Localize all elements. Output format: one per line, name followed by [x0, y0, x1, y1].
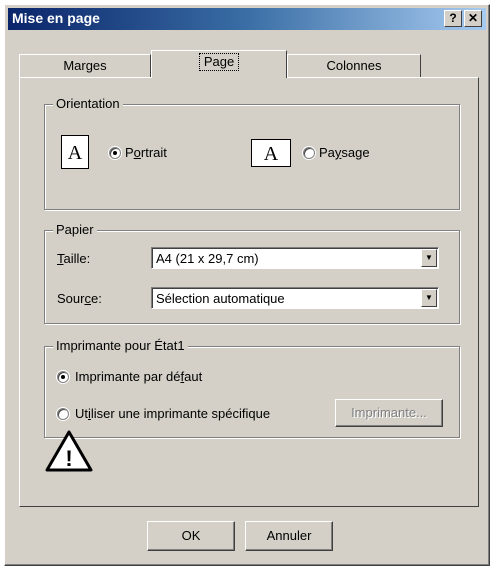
close-button[interactable]: ✕: [464, 10, 482, 27]
landscape-radio[interactable]: [303, 147, 315, 159]
paper-group-label: Papier: [53, 222, 97, 237]
printer-group-label: Imprimante pour État1: [53, 338, 188, 353]
default-printer-radio[interactable]: [57, 371, 69, 383]
size-select[interactable]: A4 (21 x 29,7 cm) ▼: [151, 247, 439, 269]
specific-printer-label[interactable]: Utiliser une imprimante spécifique: [75, 406, 270, 421]
tab-page[interactable]: Page: [151, 50, 287, 78]
tab-columns-label: Colonnes: [326, 58, 382, 73]
size-select-value: A4 (21 x 29,7 cm): [156, 251, 259, 266]
tab-margins-label: Marges: [63, 58, 107, 73]
title-bar[interactable]: Mise en page ? ✕: [8, 8, 486, 30]
orientation-group: Orientation A Portrait A Paysage: [44, 96, 460, 210]
ok-button[interactable]: OK: [147, 521, 235, 551]
default-printer-label[interactable]: Imprimante par défaut: [75, 369, 202, 384]
source-select-value: Sélection automatique: [156, 291, 285, 306]
window-title: Mise en page: [12, 10, 100, 26]
specific-printer-radio[interactable]: [57, 408, 69, 420]
portrait-label[interactable]: Portrait: [125, 145, 167, 160]
landscape-label[interactable]: Paysage: [319, 145, 370, 160]
portrait-page-icon: A: [61, 135, 89, 169]
help-button[interactable]: ?: [444, 10, 462, 27]
warning-mark: !: [65, 446, 72, 471]
tab-columns[interactable]: Colonnes: [287, 54, 421, 78]
tab-page-label: Page: [203, 54, 235, 69]
printer-button[interactable]: Imprimante...: [335, 399, 443, 427]
cancel-button[interactable]: Annuler: [245, 521, 333, 551]
tab-panel: Orientation A Portrait A Paysage Papier …: [19, 77, 479, 507]
page-setup-dialog: Mise en page ? ✕ Marges Colonnes Page Or…: [4, 4, 490, 566]
source-label: Source:: [57, 291, 102, 306]
chevron-down-icon[interactable]: ▼: [421, 249, 437, 267]
source-select[interactable]: Sélection automatique ▼: [151, 287, 439, 309]
orientation-group-label: Orientation: [53, 96, 123, 111]
portrait-radio[interactable]: [109, 147, 121, 159]
paper-group: Papier Taille: A4 (21 x 29,7 cm) ▼ Sourc…: [44, 222, 460, 324]
tab-margins[interactable]: Marges: [19, 54, 151, 78]
chevron-down-icon[interactable]: ▼: [421, 289, 437, 307]
landscape-page-icon: A: [251, 139, 291, 167]
warning-icon: !: [45, 430, 93, 472]
printer-group: Imprimante pour État1 Imprimante par déf…: [44, 338, 460, 438]
size-label: Taille:: [57, 251, 91, 266]
